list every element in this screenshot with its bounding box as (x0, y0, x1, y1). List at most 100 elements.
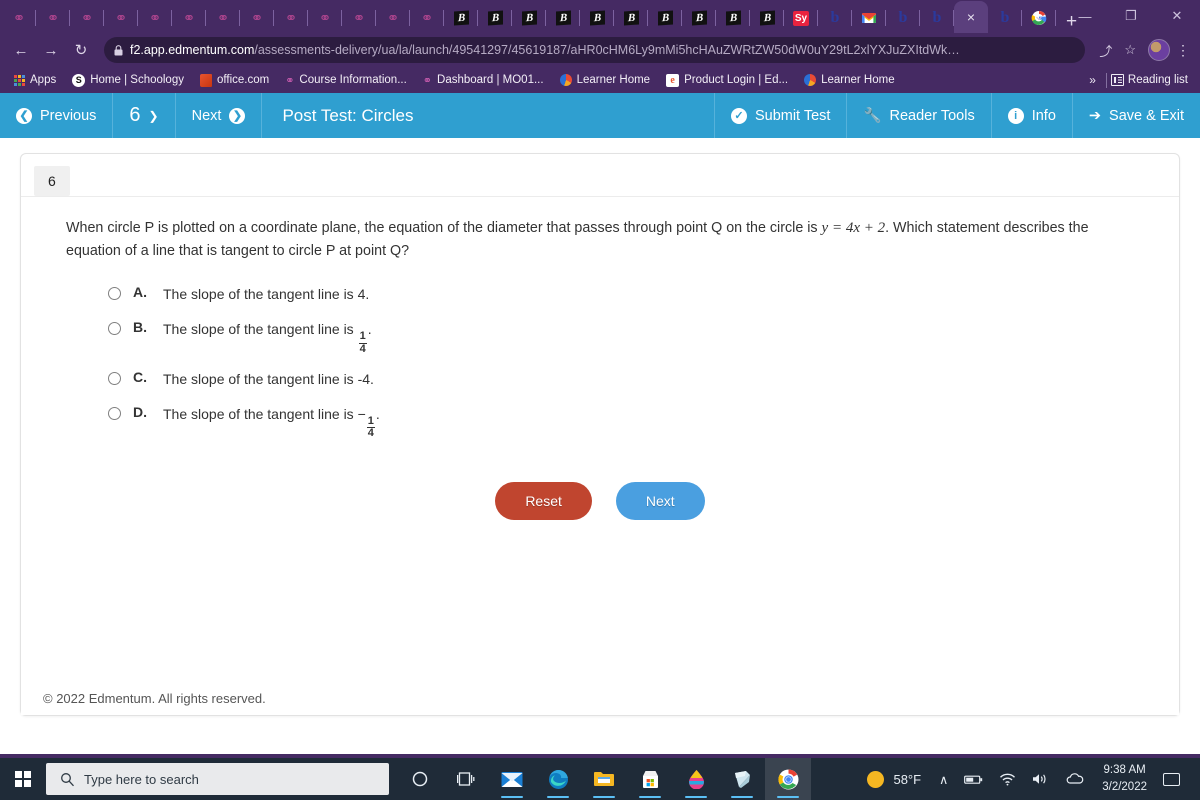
info-circle-icon: i (1007, 107, 1024, 124)
option-a[interactable]: A. The slope of the tangent line is 4. (108, 284, 1134, 305)
tab-blackboard[interactable]: B (580, 3, 614, 33)
battery-icon[interactable] (956, 773, 991, 786)
tab-blackboard[interactable]: B (648, 3, 682, 33)
pinned-tab[interactable]: ⚭ (206, 3, 240, 33)
question-number-dropdown[interactable]: 6 ❯ (113, 93, 176, 138)
pinned-tab[interactable]: ⚭ (308, 3, 342, 33)
browser-menu-icon[interactable]: ⋮ (1174, 42, 1192, 59)
file-explorer-icon[interactable] (581, 758, 627, 800)
close-window-icon[interactable]: ✕ (1154, 0, 1200, 32)
bold-b-icon: B (589, 10, 605, 26)
option-c[interactable]: C. The slope of the tangent line is -4. (108, 369, 1134, 390)
radio-b[interactable] (108, 322, 121, 336)
mail-icon[interactable] (489, 758, 535, 800)
check-circle-icon: ✓ (730, 107, 747, 124)
tab-blackboard[interactable]: B (716, 3, 750, 33)
pinned-tab[interactable]: ⚭ (342, 3, 376, 33)
chevron-down-icon: ❯ (148, 108, 159, 123)
pinned-tab[interactable]: ⚭ (70, 3, 104, 33)
microsoft-store-icon[interactable] (627, 758, 673, 800)
volume-icon[interactable] (1024, 772, 1058, 786)
radio-a[interactable] (108, 287, 121, 301)
arrow-left-circle-icon: ❮ (16, 107, 32, 124)
bookmark-course-information[interactable]: ⚭ Course Information... (277, 72, 415, 89)
b-blue-icon: b (830, 9, 840, 26)
reading-list-icon (1110, 74, 1124, 86)
bookmark-schoology[interactable]: S Home | Schoology (64, 72, 192, 89)
chrome-icon[interactable] (765, 758, 811, 800)
tab-blackboard[interactable]: B (512, 3, 546, 33)
pinned-tab[interactable]: ⚭ (2, 3, 36, 33)
tab-search-icon[interactable]: ⌄ (1016, 0, 1062, 32)
onedrive-icon[interactable] (1058, 772, 1092, 786)
save-exit-button[interactable]: ➔ Save & Exit (1071, 93, 1200, 138)
edge-icon[interactable] (535, 758, 581, 800)
tab-active-edmentum[interactable]: × (954, 1, 988, 33)
share-icon[interactable]: ⤴ (1095, 41, 1116, 60)
bookmark-star-icon[interactable]: ☆ (1120, 42, 1140, 58)
paint-3d-icon[interactable] (673, 758, 719, 800)
pinned-tab[interactable]: ⚭ (376, 3, 410, 33)
profile-avatar[interactable] (1148, 39, 1170, 61)
bookmark-learner-home[interactable]: Learner Home (552, 72, 659, 88)
action-center-icon[interactable] (1163, 772, 1180, 786)
pinned-tab[interactable]: ⚭ (274, 3, 308, 33)
radio-c[interactable] (108, 372, 121, 386)
tab-blackboard[interactable]: B (546, 3, 580, 33)
info-button[interactable]: i Info (990, 93, 1072, 138)
pinned-tab[interactable]: ⚭ (410, 3, 444, 33)
bookmark-product-login[interactable]: e Product Login | Ed... (658, 72, 796, 89)
minimize-icon[interactable]: — (1062, 0, 1108, 32)
tab-gmail[interactable] (852, 3, 886, 33)
pinned-tab[interactable]: ⚭ (104, 3, 138, 33)
bookmarks-overflow-icon[interactable]: » (1083, 73, 1102, 87)
radio-d[interactable] (108, 407, 121, 421)
tab-blackboard[interactable]: B (444, 3, 478, 33)
tab-bing[interactable]: b (920, 3, 954, 33)
tray-expand-icon[interactable]: ∧ (931, 772, 956, 787)
forward-button[interactable]: → (38, 37, 64, 63)
taskbar-search-input[interactable]: Type here to search (46, 763, 389, 795)
pinned-tab[interactable]: ⚭ (36, 3, 70, 33)
task-view-icon[interactable] (443, 758, 489, 800)
restore-icon[interactable]: ❐ (1108, 0, 1154, 32)
next-button-toolbar[interactable]: Next ❯ (176, 93, 263, 138)
start-button[interactable] (0, 758, 46, 800)
pinned-tab[interactable]: ⚭ (138, 3, 172, 33)
previous-button[interactable]: ❮ Previous (0, 93, 114, 138)
option-text-suffix: . (367, 321, 372, 338)
pinned-tab[interactable]: ⚭ (240, 3, 274, 33)
tab-schoology[interactable]: Sy (784, 3, 818, 33)
submit-test-button[interactable]: ✓ Submit Test (713, 93, 847, 138)
reload-button[interactable]: ↻ (68, 37, 94, 63)
tab-blackboard[interactable]: B (478, 3, 512, 33)
tab-blackboard[interactable]: B (682, 3, 716, 33)
sticky-notes-icon[interactable] (719, 758, 765, 800)
tab-bing[interactable]: b (886, 3, 920, 33)
address-bar[interactable]: f2.app.edmentum.com/assessments-delivery… (104, 37, 1086, 63)
taskbar-clock[interactable]: 9:38 AM 3/2/2022 (1092, 762, 1157, 795)
option-d[interactable]: D. The slope of the tangent line is −1 4. (108, 404, 1134, 440)
bookmark-office[interactable]: office.com (192, 72, 277, 89)
bookmark-dashboard[interactable]: ⚭ Dashboard | MO01... (415, 72, 552, 89)
tab-blackboard[interactable]: B (750, 3, 784, 33)
tab-blackboard[interactable]: B (614, 3, 648, 33)
pin-icon: ⚭ (182, 9, 196, 27)
weather-widget[interactable]: 58°F (857, 770, 931, 788)
next-button[interactable]: Next (615, 481, 705, 520)
tab-bing[interactable]: b (818, 3, 852, 33)
bookmark-apps[interactable]: Apps (6, 72, 64, 88)
reading-list-label[interactable]: Reading list (1128, 74, 1188, 86)
wifi-icon[interactable] (991, 772, 1024, 786)
reader-tools-button[interactable]: 🔧 Reader Tools (846, 93, 990, 138)
b-blue-icon: b (1000, 9, 1010, 26)
close-icon[interactable]: × (967, 9, 975, 25)
arrow-right-circle-icon: ❯ (229, 107, 246, 124)
pinned-tab[interactable]: ⚭ (172, 3, 206, 33)
back-button[interactable]: ← (8, 37, 34, 63)
cortana-icon[interactable] (397, 758, 443, 800)
bookmark-learner-home-2[interactable]: Learner Home (796, 72, 903, 88)
browser-window: ⚭ ⚭ ⚭ ⚭ ⚭ ⚭ ⚭ ⚭ ⚭ ⚭ ⚭ ⚭ ⚭ B B B B B B B … (0, 0, 1200, 758)
reset-button[interactable]: Reset (495, 481, 592, 520)
option-b[interactable]: B. The slope of the tangent line is 14. (108, 319, 1134, 355)
